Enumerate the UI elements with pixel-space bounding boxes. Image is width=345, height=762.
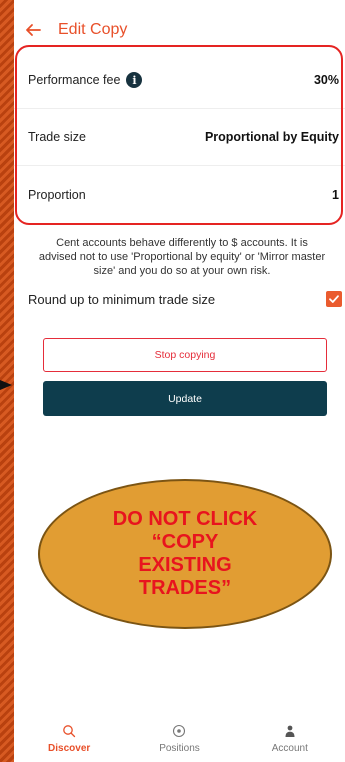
page-title: Edit Copy xyxy=(58,21,128,38)
setting-value: 30% xyxy=(313,73,339,87)
nav-item-account[interactable]: Account xyxy=(235,712,345,762)
header: Edit Copy xyxy=(14,0,345,44)
setting-label: Proportion xyxy=(28,187,86,202)
stop-copying-button[interactable]: Stop copying xyxy=(43,338,327,372)
back-arrow-icon[interactable] xyxy=(24,21,42,39)
update-button[interactable]: Update xyxy=(43,381,327,416)
search-icon xyxy=(63,725,76,738)
nav-label: Account xyxy=(271,743,308,754)
setting-label: Performance fee xyxy=(28,73,121,87)
pointer-arrow xyxy=(0,380,12,390)
info-icon[interactable]: i xyxy=(126,72,143,88)
checkmark-icon xyxy=(329,295,339,303)
setting-row-performance-fee: Performance fee i 30% xyxy=(14,52,345,109)
nav-label: Positions xyxy=(159,743,200,754)
setting-row-trade-size[interactable]: Trade size Proportional by Equity xyxy=(14,109,345,166)
nav-label: Discover xyxy=(48,743,91,754)
cent-account-notice: Cent accounts behave differently to $ ac… xyxy=(38,237,326,277)
setting-value: Proportional by Equity xyxy=(204,130,339,144)
nav-item-discover[interactable]: Discover xyxy=(14,712,124,762)
roundup-row[interactable]: Round up to minimum trade size xyxy=(28,288,342,310)
settings-card: Performance fee i 30% Trade size Proport… xyxy=(14,52,345,223)
setting-row-proportion[interactable]: Proportion 1 xyxy=(14,166,345,223)
nav-item-positions[interactable]: Positions xyxy=(124,712,234,762)
setting-value: 1 xyxy=(332,187,339,202)
target-icon xyxy=(173,724,186,738)
app-screen: Edit Copy Performance fee i 30% Trade si… xyxy=(14,0,345,762)
user-icon xyxy=(285,725,295,737)
roundup-label: Round up to minimum trade size xyxy=(28,291,216,307)
roundup-checkbox[interactable] xyxy=(326,291,342,307)
warning-text: DO NOT CLICK “COPY EXISTING TRADES” xyxy=(112,508,258,599)
setting-label: Trade size xyxy=(28,130,86,144)
bottom-nav: Discover Positions Account xyxy=(14,712,345,762)
warning-callout: DO NOT CLICK “COPY EXISTING TRADES” xyxy=(38,479,332,629)
